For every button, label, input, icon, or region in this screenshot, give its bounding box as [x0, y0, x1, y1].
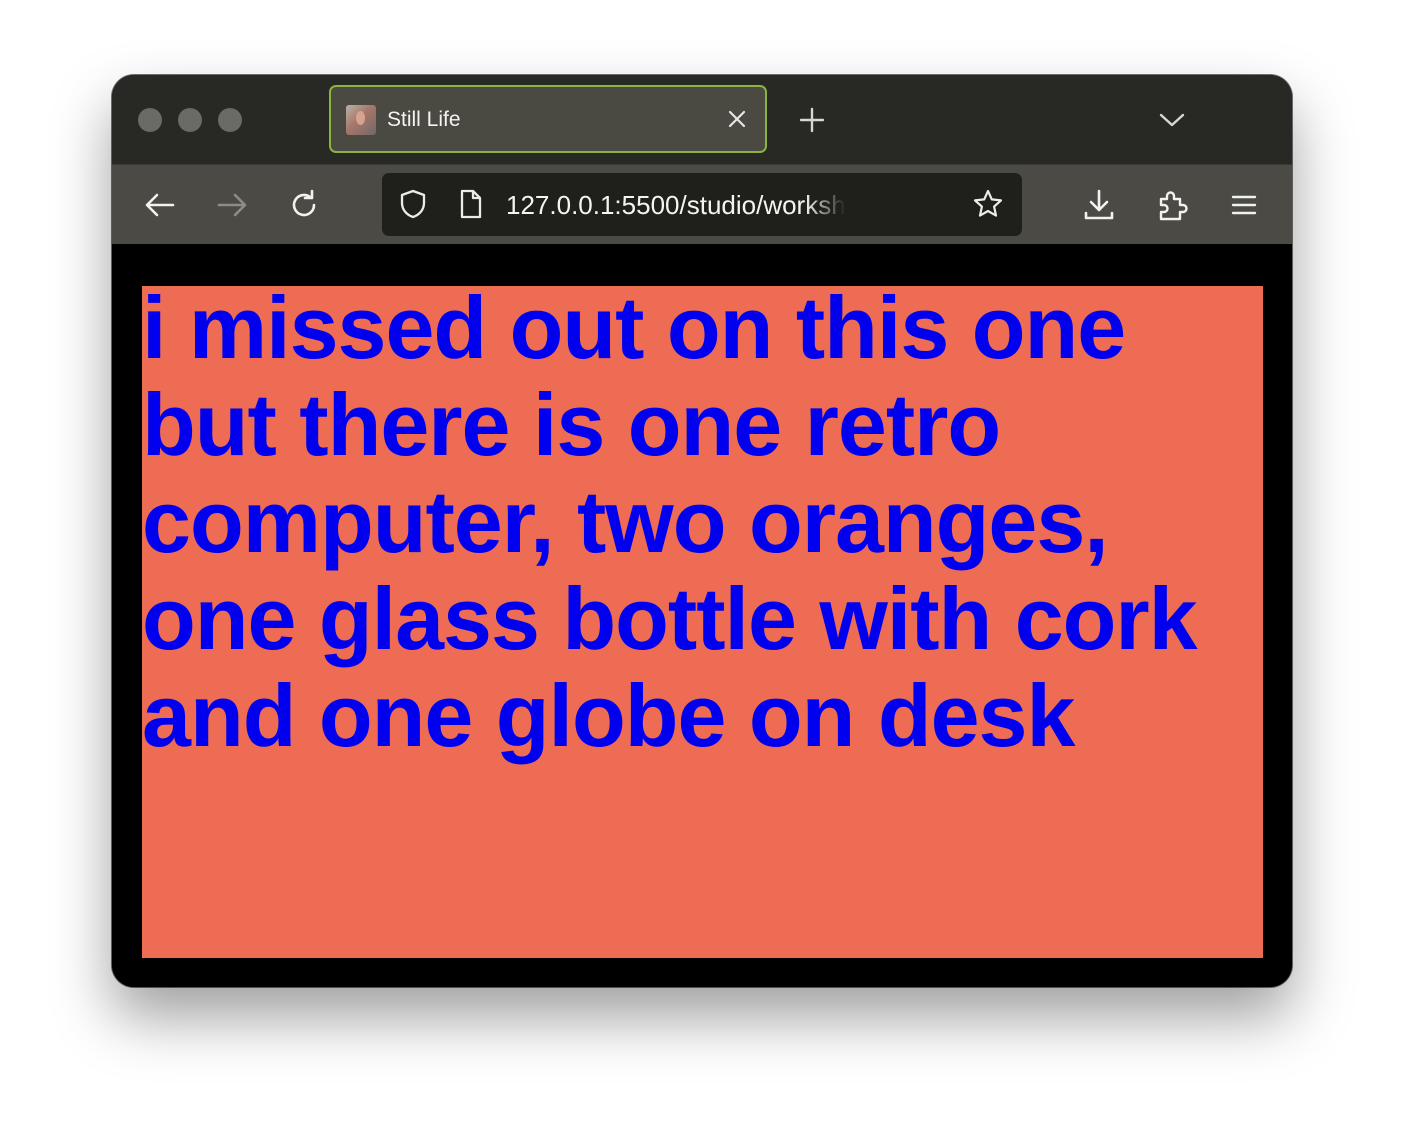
tab-still-life[interactable]: Still Life [329, 85, 767, 153]
bookmark-button[interactable] [972, 188, 1004, 220]
new-tab-button[interactable] [798, 106, 826, 134]
forward-arrow-icon [217, 193, 247, 217]
close-window-button[interactable] [138, 108, 162, 132]
downloads-button[interactable] [1081, 187, 1117, 223]
close-tab-button[interactable] [725, 107, 749, 131]
browser-window: Still Life 127.0.0.1:5500/studio/worksh … [112, 75, 1292, 987]
page-icon [460, 189, 482, 219]
url-text[interactable]: 127.0.0.1:5500/studio/workshops/03 [506, 190, 846, 221]
tab-title: Still Life [387, 108, 461, 131]
reload-button[interactable] [286, 187, 322, 223]
artwork-thumbnail-icon [346, 105, 376, 135]
reload-icon [292, 189, 316, 217]
address-bar[interactable]: 127.0.0.1:5500/studio/workshops/03 [382, 173, 1022, 236]
minimize-window-button[interactable] [178, 108, 202, 132]
tab-strip: Still Life [112, 75, 1292, 164]
shield-icon [400, 189, 426, 219]
plus-icon [799, 107, 825, 133]
back-button[interactable] [142, 187, 178, 223]
zoom-window-button[interactable] [218, 108, 242, 132]
navigation-toolbar: 127.0.0.1:5500/studio/workshops/03 [112, 164, 1292, 244]
page-heading-text: i missed out on this one but there is on… [142, 286, 1198, 765]
tracking-protection-button[interactable] [397, 188, 429, 220]
extensions-icon [1159, 191, 1188, 221]
bookmark-star-icon [973, 189, 1003, 217]
extensions-button[interactable] [1155, 187, 1191, 223]
download-icon [1084, 189, 1114, 220]
close-icon [728, 110, 746, 128]
forward-button[interactable] [214, 187, 250, 223]
chevron-down-icon [1159, 113, 1185, 127]
hamburger-menu-icon [1231, 195, 1257, 215]
application-menu-button[interactable] [1226, 187, 1262, 223]
page-viewport: i missed out on this one but there is on… [112, 244, 1292, 987]
site-information-button[interactable] [454, 188, 486, 220]
list-all-tabs-button[interactable] [1158, 109, 1186, 131]
still-life-text-box: i missed out on this one but there is on… [142, 286, 1263, 958]
back-arrow-icon [145, 193, 175, 217]
